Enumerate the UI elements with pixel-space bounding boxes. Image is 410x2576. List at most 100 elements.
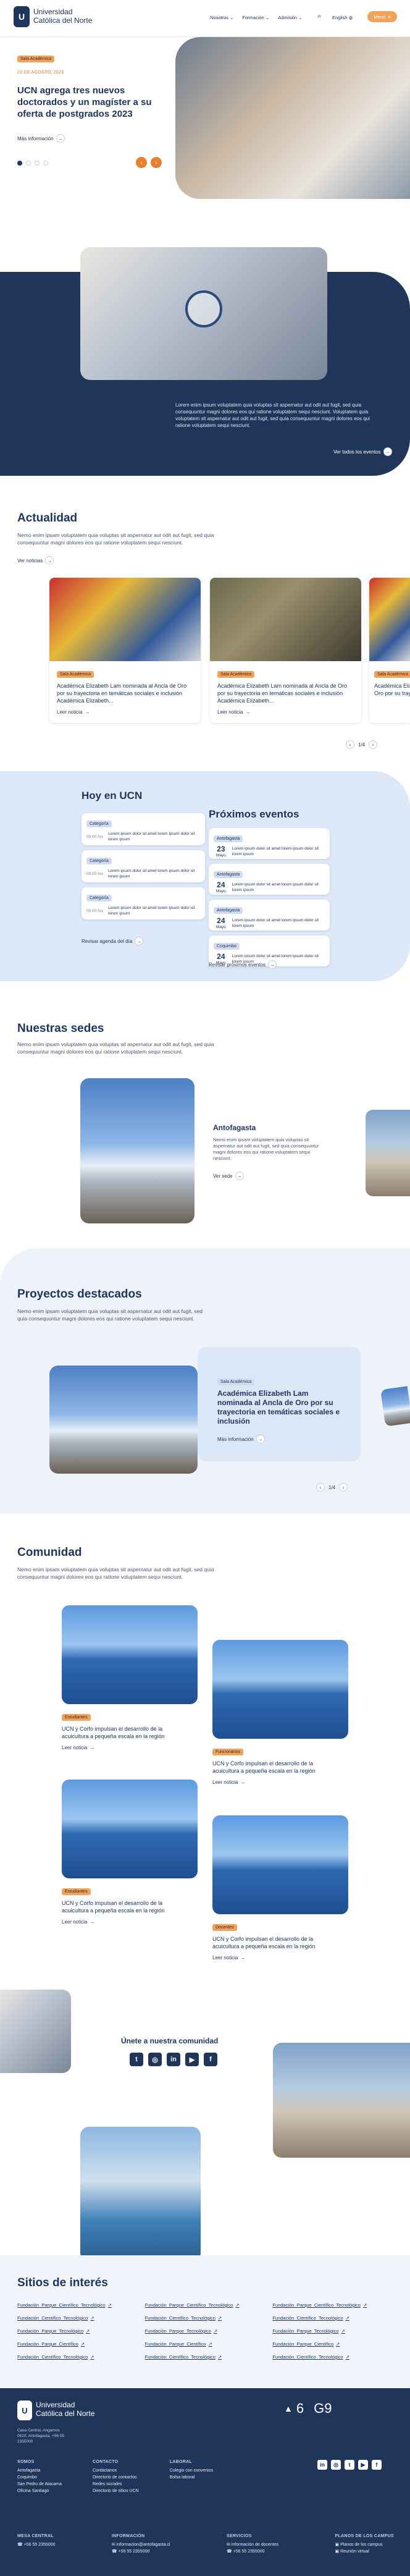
sitio-link[interactable]: Fundación_Científico_Tecnológico ↗ bbox=[145, 2354, 267, 2360]
footer-link[interactable]: Coquimbo bbox=[17, 2474, 62, 2481]
hoy-time: 09:00 hrs bbox=[86, 871, 104, 876]
sitio-link[interactable]: Fundación_Científico_Tecnológico ↗ bbox=[145, 2315, 267, 2321]
footer-link-label: +56 55 2355000 bbox=[23, 2543, 56, 2547]
next-button[interactable]: › bbox=[339, 1483, 348, 1492]
footer-link[interactable]: Colegio con convenios bbox=[170, 2467, 213, 2474]
footer-link[interactable]: ▣ Reunión virtual bbox=[335, 2548, 394, 2555]
comunidad-link[interactable]: Leer noticia → bbox=[212, 1955, 348, 1961]
logo-text[interactable]: Universidad Católica del Norte bbox=[33, 7, 92, 25]
comunidad-card[interactable]: Docentes UCN y Corfo impulsan el desarro… bbox=[212, 1815, 348, 1961]
nav-formacion[interactable]: Formación ⌄ bbox=[242, 15, 269, 20]
event-item[interactable]: Antofagasta 24 Mayo Lorem ipsum dolor sit… bbox=[209, 864, 330, 895]
footer-link[interactable]: Redes sociales bbox=[93, 2481, 139, 2488]
sitio-link[interactable]: Fundación_Parque_Científico ↗ bbox=[272, 2341, 394, 2347]
external-link-icon: ↗ bbox=[235, 2302, 240, 2308]
search-icon[interactable]: ⌕ bbox=[317, 12, 321, 20]
arrow-right-icon: → bbox=[45, 556, 54, 565]
footer-link[interactable]: ☎ +56 55 2355000 bbox=[17, 2541, 56, 2548]
hero-link-label: Más información bbox=[17, 135, 54, 141]
instagram-icon[interactable]: ◎ bbox=[331, 2460, 341, 2470]
sitio-link[interactable]: Fundación_Científico_Tecnológico ↗ bbox=[272, 2315, 394, 2321]
news-link[interactable]: Leer noticia → bbox=[217, 709, 354, 715]
facebook-icon[interactable]: f bbox=[204, 2053, 217, 2066]
linkedin-icon[interactable]: in bbox=[317, 2460, 327, 2470]
comunidad-card[interactable]: Funcionarios UCN y Corfo impulsan el des… bbox=[212, 1640, 348, 1785]
dot[interactable] bbox=[43, 161, 48, 166]
sitio-link[interactable]: Fundación_Científico_Tecnológico ↗ bbox=[17, 2315, 139, 2321]
sitio-link[interactable]: Fundación_Parque_Científico ↗ bbox=[17, 2341, 139, 2347]
arrow-right-icon: → bbox=[90, 1919, 95, 1925]
prev-button[interactable]: ‹ bbox=[316, 1483, 325, 1492]
comunidad-link[interactable]: Leer noticia → bbox=[212, 1780, 348, 1785]
hero-link[interactable]: Más información → bbox=[17, 134, 65, 143]
comunidad-card[interactable]: Estudiantes UCN y Corfo impulsan el desa… bbox=[62, 1605, 198, 1750]
instagram-icon[interactable]: ◎ bbox=[148, 2053, 162, 2066]
footer-link[interactable]: Oficina Santiago bbox=[17, 2488, 62, 2494]
twitter-icon[interactable]: t bbox=[130, 2053, 143, 2066]
actualidad-link[interactable]: Ver noticias → bbox=[17, 556, 54, 565]
comunidad-link[interactable]: Leer noticia → bbox=[62, 1745, 198, 1750]
sitio-link[interactable]: Fundación_Parque_Científico ↗ bbox=[145, 2341, 267, 2347]
intro-link[interactable]: Ver todos los eventos → bbox=[333, 447, 392, 456]
footer-link[interactable]: Antofagasta bbox=[17, 2467, 62, 2474]
dot-active[interactable] bbox=[17, 161, 22, 166]
twitter-icon[interactable]: t bbox=[345, 2460, 354, 2470]
hoy-item[interactable]: Categoría 09:00 hrs Lorem ipsum dolor si… bbox=[82, 813, 205, 845]
footer-link[interactable]: Bolsa laboral bbox=[170, 2474, 213, 2481]
next-button[interactable]: › bbox=[369, 740, 378, 749]
news-card[interactable]: Sala Académica Académica Elizabeth Lam n… bbox=[369, 578, 410, 723]
hero-next-button[interactable]: › bbox=[151, 157, 162, 168]
news-card[interactable]: Sala Académica Académica Elizabeth Lam n… bbox=[210, 578, 361, 723]
footer-link[interactable]: ✉ informacion@antofagasta.cl bbox=[112, 2541, 170, 2548]
menu-button[interactable]: Menú ≡ bbox=[367, 11, 397, 22]
hoy-item[interactable]: Categoría 09:00 hrs Lorem ipsum dolor si… bbox=[82, 850, 205, 882]
comunidad-card[interactable]: Estudiantes UCN y Corfo impulsan el desa… bbox=[62, 1780, 198, 1925]
sitio-link[interactable]: Fundación_Parque_Científico_Tecnológico ↗ bbox=[17, 2302, 139, 2308]
proyecto-link[interactable]: Más información → bbox=[217, 1435, 265, 1443]
footer-link[interactable]: ▣ Planos de los campus bbox=[335, 2541, 394, 2548]
footer-link[interactable]: ☎ +56 55 2355000 bbox=[112, 2548, 170, 2555]
sitio-link[interactable]: Fundación_Parque_Científico_Tecnológico ↗ bbox=[145, 2302, 267, 2308]
footer-link[interactable]: Contáctanos bbox=[93, 2467, 139, 2474]
sitio-link[interactable]: Fundación_Científico_Tecnológico ↗ bbox=[272, 2354, 394, 2360]
sede-link[interactable]: Ver sede → bbox=[213, 1172, 244, 1180]
news-tag: Sala Académica bbox=[217, 671, 255, 678]
hero-prev-button[interactable]: ‹ bbox=[136, 157, 147, 168]
event-item[interactable]: Antofagasta 23 Mayo Lorem ipsum dolor sit… bbox=[209, 828, 330, 859]
facebook-icon[interactable]: f bbox=[372, 2460, 382, 2470]
footer-col-title: MESA CENTRAL bbox=[17, 2534, 54, 2538]
news-link[interactable]: Leer noticia → bbox=[57, 709, 193, 715]
sitio-link[interactable]: Fundación_Científico_Tecnológico ↗ bbox=[17, 2354, 139, 2360]
video-icon: ▣ bbox=[335, 2549, 340, 2554]
youtube-icon[interactable]: ▶ bbox=[185, 2053, 199, 2066]
sitio-link[interactable]: Fundación_Parque_Tecnológico ↗ bbox=[145, 2328, 267, 2334]
nav-admision[interactable]: Admisión ⌄ bbox=[278, 15, 302, 20]
event-item[interactable]: Antofagasta 24 Mayo Lorem ipsum dolor sit… bbox=[209, 900, 330, 931]
language-switch[interactable]: English ◍ bbox=[332, 15, 353, 20]
prev-button[interactable]: ‹ bbox=[346, 740, 354, 749]
footer-link[interactable]: ✉ información de docentes bbox=[227, 2541, 278, 2548]
dot[interactable] bbox=[26, 161, 31, 166]
sitio-link[interactable]: Fundación_Parque_Tecnológico ↗ bbox=[17, 2328, 139, 2334]
logo-icon[interactable]: U bbox=[14, 6, 30, 27]
youtube-icon[interactable]: ▶ bbox=[358, 2460, 368, 2470]
comunidad-link[interactable]: Leer noticia → bbox=[62, 1919, 198, 1925]
nav-nosotros[interactable]: Nosotros ⌄ bbox=[210, 15, 233, 20]
footer-link[interactable]: Directorio de contactos bbox=[93, 2474, 139, 2481]
footer-link[interactable]: San Pedro de Atacama bbox=[17, 2481, 62, 2488]
comunidad-tag: Funcionarios bbox=[212, 1749, 244, 1755]
footer-link[interactable]: ☎ +56 55 2355000 bbox=[227, 2548, 278, 2555]
hoy-link[interactable]: Revisar agenda del día → bbox=[82, 937, 144, 945]
footer-link[interactable]: Directorio de sitios UCN bbox=[93, 2488, 139, 2494]
event-day: 24 bbox=[217, 916, 225, 925]
news-card[interactable]: Sala Académica Académica Elizabeth Lam n… bbox=[49, 578, 201, 723]
footer-logo-icon[interactable]: U bbox=[17, 2401, 32, 2420]
sitio-link[interactable]: Fundación_Parque_Tecnológico ↗ bbox=[272, 2328, 394, 2334]
footer-logo-text[interactable]: Universidad Católica del Norte bbox=[36, 2401, 94, 2418]
linkedin-icon[interactable]: in bbox=[167, 2053, 180, 2066]
hoy-item[interactable]: Categoría 09:00 hrs Lorem ipsum dolor si… bbox=[82, 887, 205, 919]
eventos-link[interactable]: Revisar próximos eventos → bbox=[209, 960, 277, 969]
news-image bbox=[369, 578, 410, 661]
dot[interactable] bbox=[35, 161, 40, 166]
sitio-link[interactable]: Fundación_Parque_Científico_Tecnológico ↗ bbox=[272, 2302, 394, 2308]
